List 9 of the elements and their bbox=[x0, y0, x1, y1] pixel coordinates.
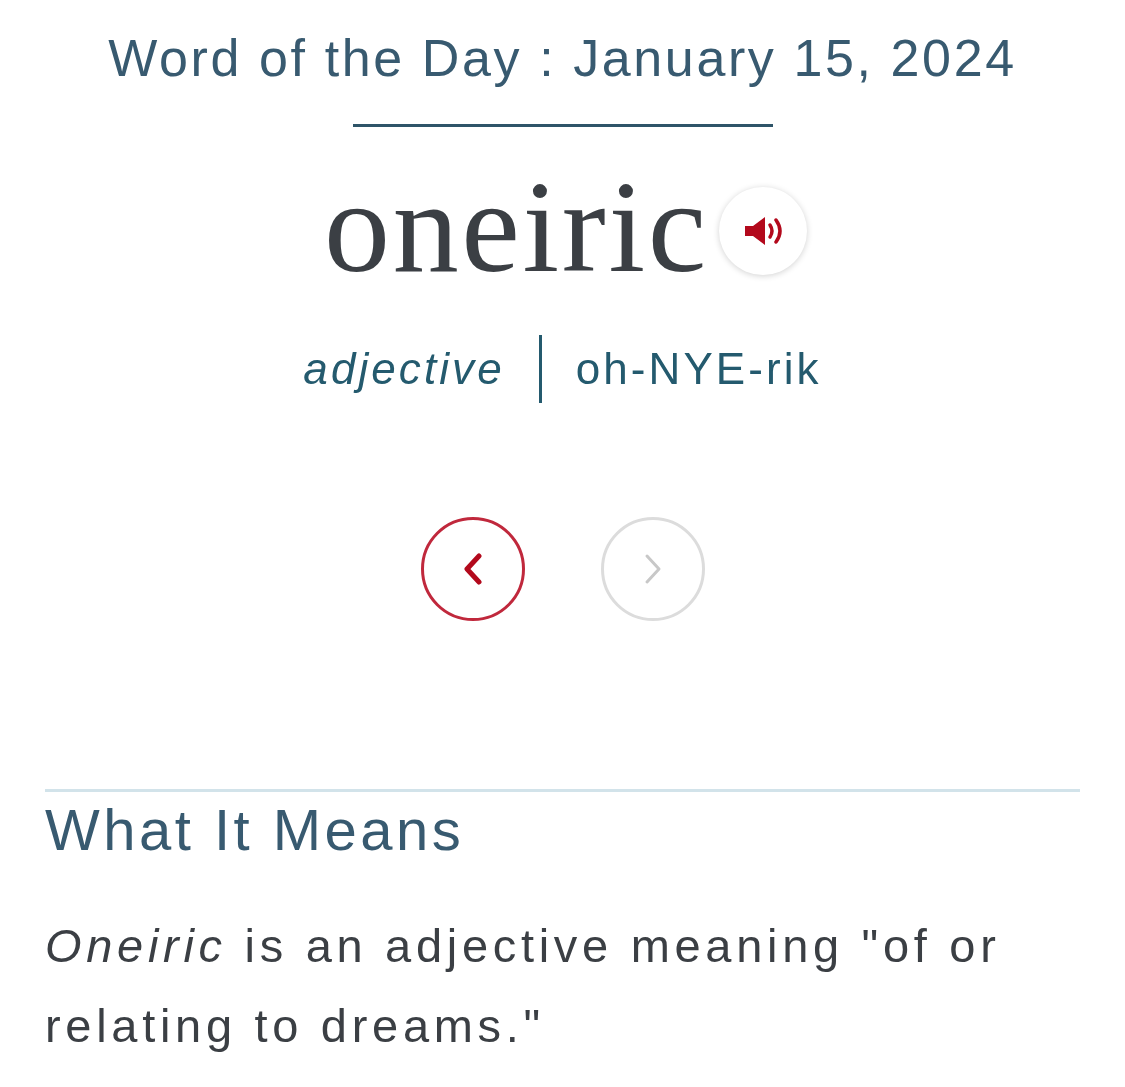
pronounce-button[interactable] bbox=[719, 187, 807, 275]
part-of-speech: adjective bbox=[303, 343, 505, 395]
pronunciation: oh-NYE-rik bbox=[575, 343, 822, 395]
speaker-icon bbox=[743, 216, 783, 246]
definition-text: Oneiric is an adjective meaning "of or relating to dreams." bbox=[45, 918, 1002, 1054]
page-title: Word of the Day : January 15, 2024 bbox=[108, 28, 1017, 89]
headword: oneiric bbox=[324, 167, 709, 287]
section-heading: What It Means bbox=[45, 796, 465, 864]
chevron-left-icon bbox=[462, 553, 483, 585]
